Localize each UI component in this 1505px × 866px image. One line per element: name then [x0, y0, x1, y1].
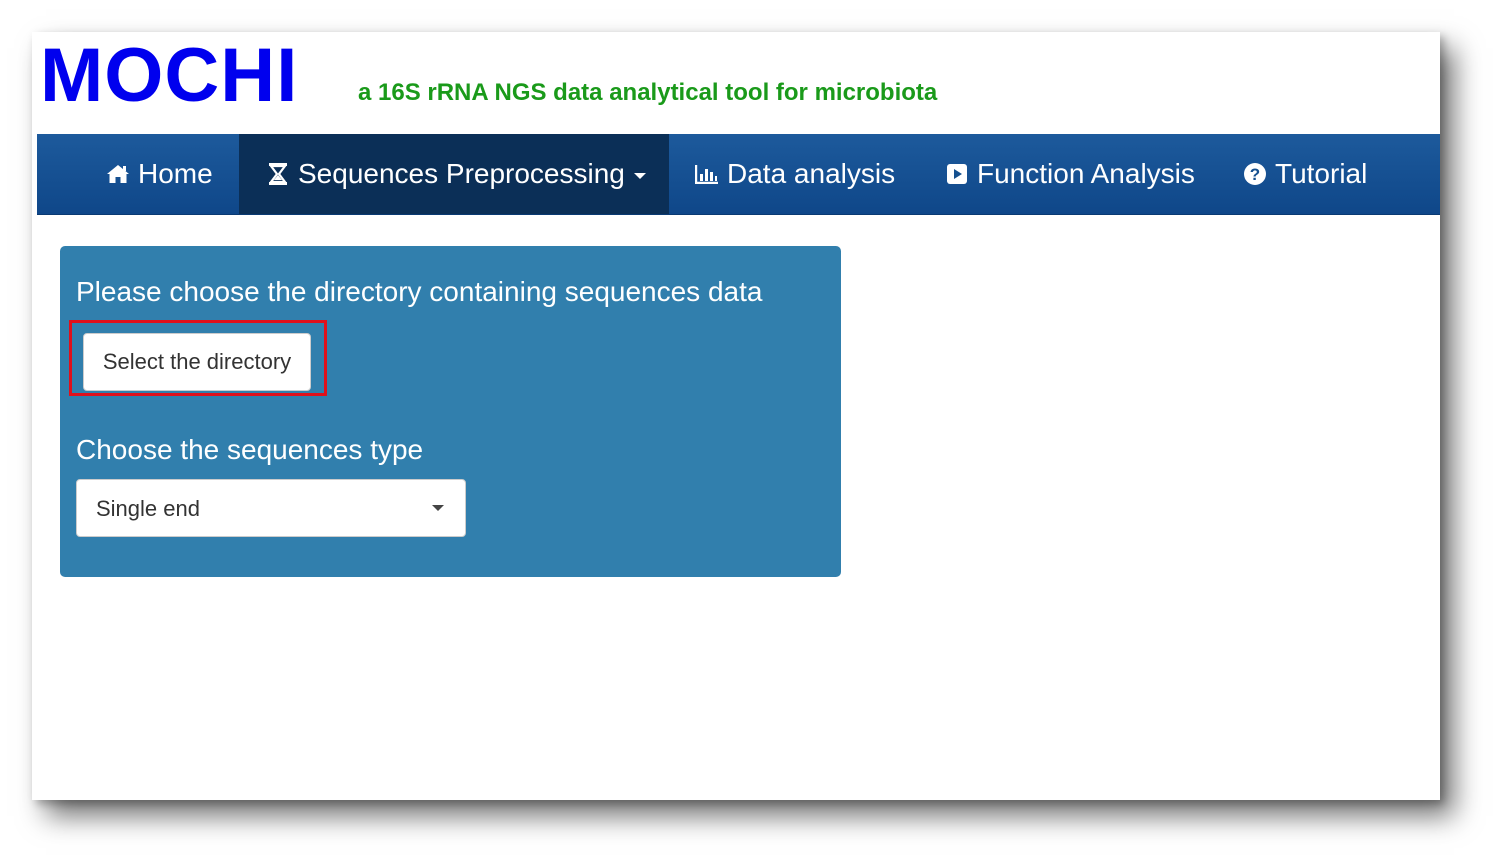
chevron-down-icon	[432, 505, 444, 511]
nav-item-home[interactable]: Home	[105, 134, 213, 214]
chevron-down-icon	[633, 173, 646, 179]
svg-text:?: ?	[1250, 165, 1260, 184]
app-window: MOCHI a 16S rRNA NGS data analytical too…	[32, 32, 1440, 800]
nav-item-function-analysis[interactable]: Function Analysis	[944, 134, 1195, 214]
nav-item-label: Home	[138, 158, 213, 189]
nav-item-label: Data analysis	[727, 158, 896, 189]
app-header: MOCHI a 16S rRNA NGS data analytical too…	[32, 32, 1440, 134]
nav-item-sequences-preprocessing[interactable]: Sequences Preprocessing	[239, 134, 669, 214]
nav-item-tutorial[interactable]: ? Tutorial	[1242, 134, 1367, 214]
bar-chart-icon	[694, 161, 720, 187]
question-circle-icon: ?	[1242, 161, 1268, 187]
sequences-type-value: Single end	[96, 496, 200, 521]
sequences-type-label: Choose the sequences type	[76, 434, 424, 465]
nav-item-label: Tutorial	[1275, 158, 1368, 189]
input-panel: Please choose the directory containing s…	[60, 246, 841, 577]
select-directory-button[interactable]: Select the directory	[83, 333, 311, 391]
nav-item-label: Sequences Preprocessing	[298, 158, 625, 189]
nav-item-label: Function Analysis	[977, 158, 1195, 189]
nav-item-data-analysis[interactable]: Data analysis	[694, 134, 895, 214]
directory-label: Please choose the directory containing s…	[76, 276, 763, 307]
app-tagline: a 16S rRNA NGS data analytical tool for …	[358, 79, 938, 106]
hourglass-icon	[265, 161, 291, 187]
sequences-type-select[interactable]: Single end	[76, 479, 466, 537]
home-icon	[105, 161, 131, 187]
play-icon	[944, 161, 970, 187]
app-logo: MOCHI	[40, 33, 299, 118]
main-navbar: Home Sequences Preprocessing Data analys…	[37, 134, 1440, 215]
